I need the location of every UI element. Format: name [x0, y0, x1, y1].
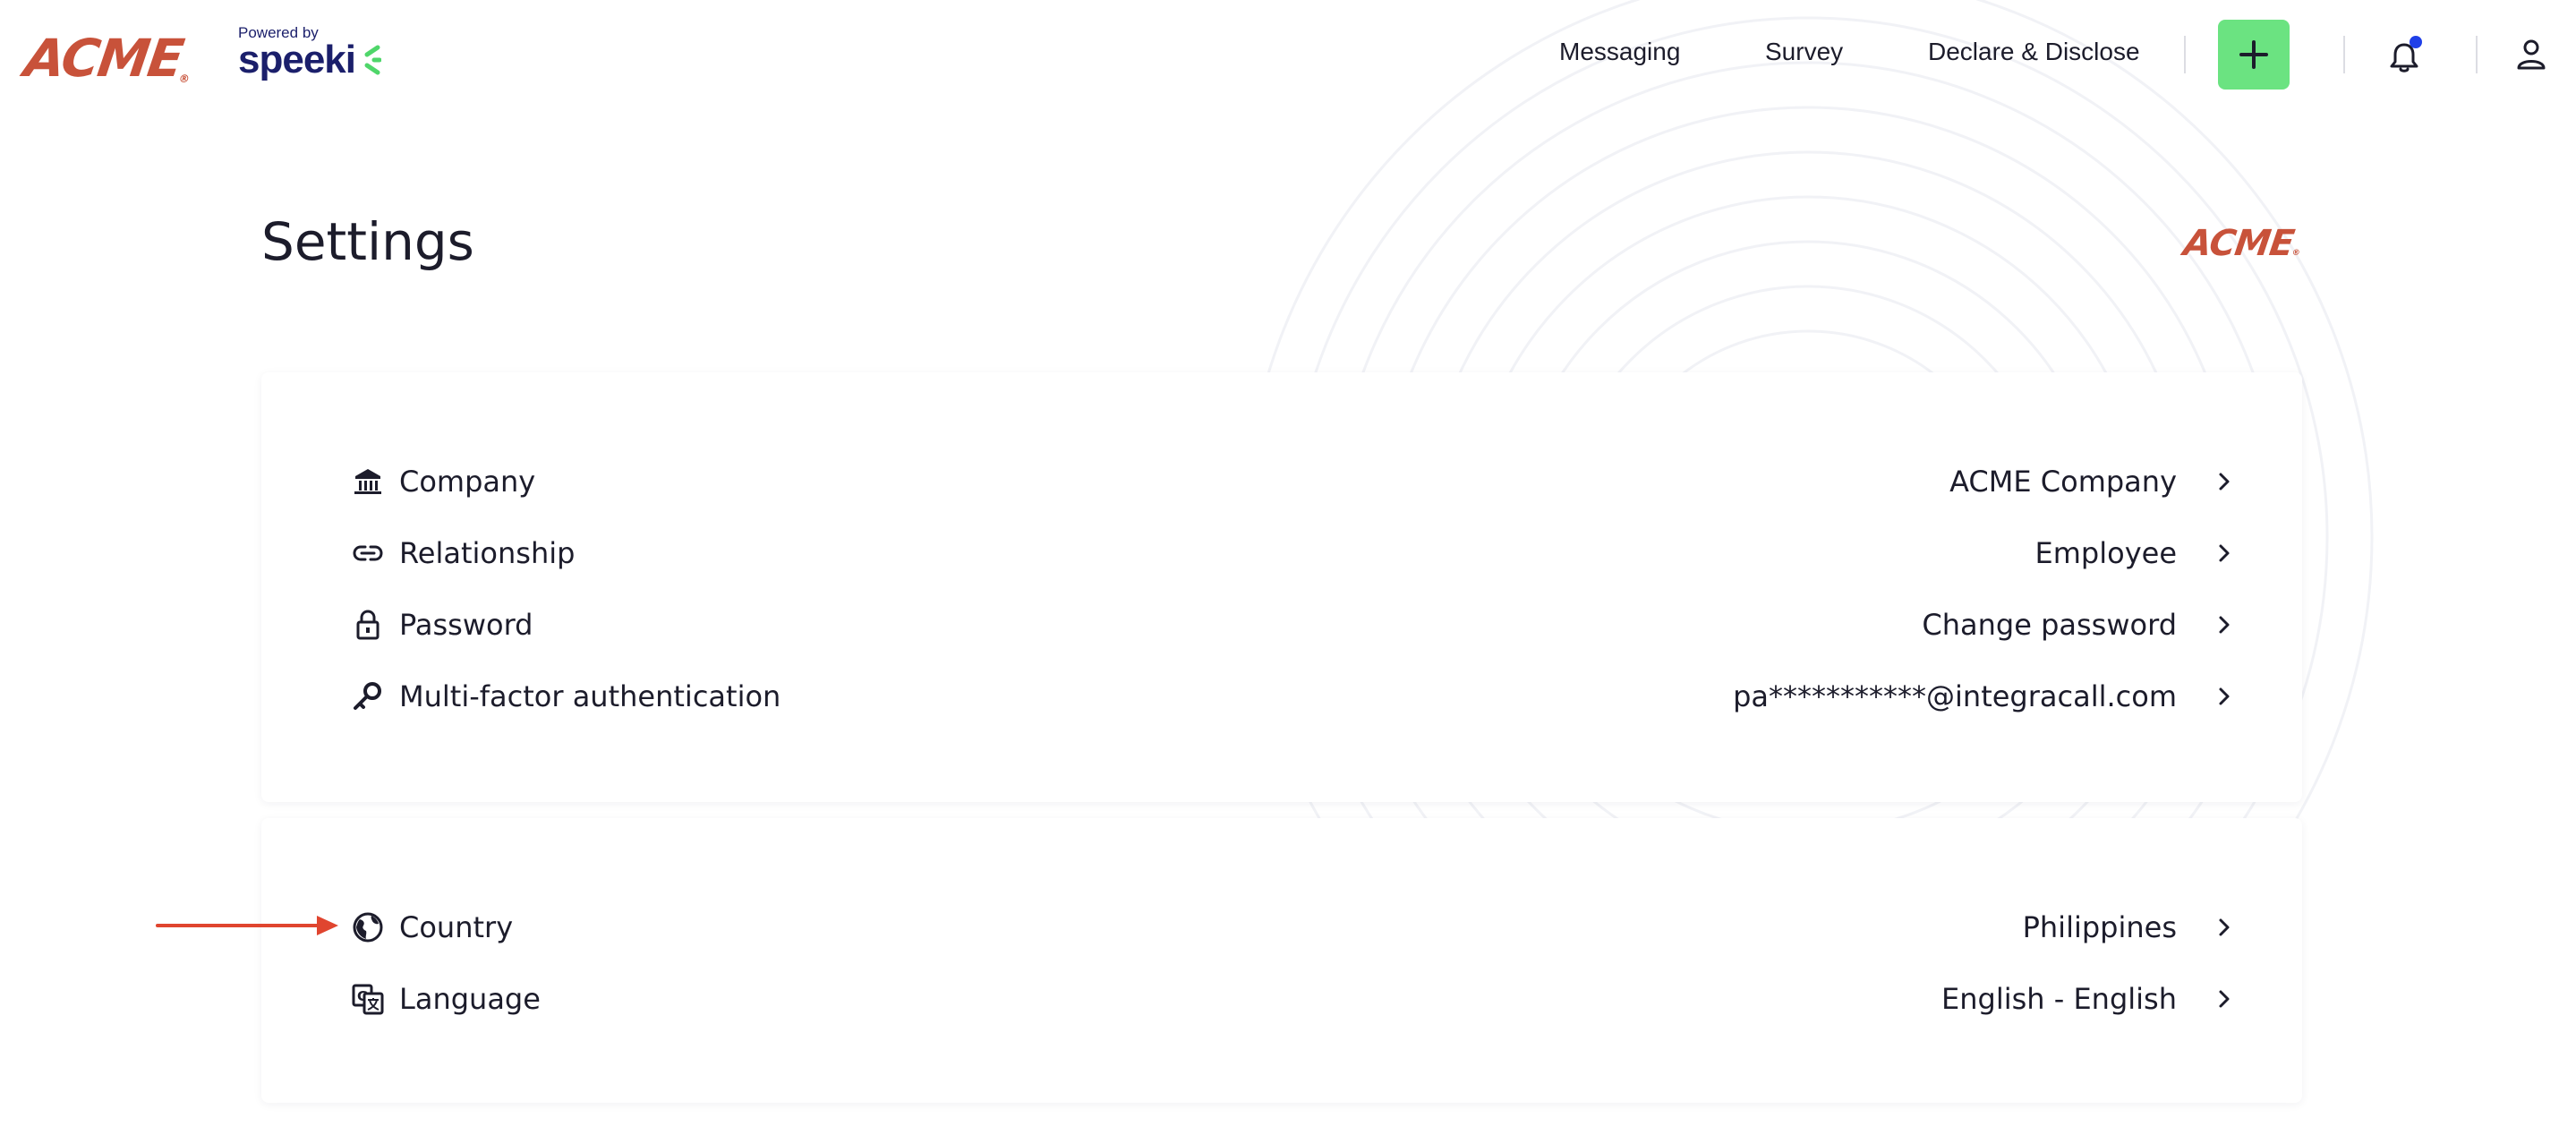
translate-icon: G	[351, 982, 385, 1016]
chevron-right-icon	[2211, 540, 2238, 567]
key-icon	[351, 679, 385, 713]
settings-row-label: Relationship	[399, 536, 576, 570]
company-logo-text: ACME	[2180, 223, 2297, 264]
company-logo: ACME®	[2180, 223, 2301, 264]
chevron-right-icon	[2211, 611, 2238, 638]
speeki-mark-icon	[364, 45, 382, 75]
settings-row-label: Language	[399, 982, 541, 1016]
nav-divider	[2343, 36, 2345, 73]
settings-page: ACME® Powered by speeki Messaging Survey…	[0, 0, 2576, 1135]
settings-row-value: ACME Company	[1949, 465, 2177, 499]
settings-row-value: English - English	[1941, 982, 2177, 1016]
chevron-right-icon	[2211, 986, 2238, 1012]
chevron-right-icon	[2211, 683, 2238, 710]
settings-row-language[interactable]: G Language English - English	[351, 972, 2238, 1026]
nav-divider	[2184, 36, 2186, 73]
nav-survey[interactable]: Survey	[1765, 38, 1843, 66]
powered-by-speeki: Powered by speeki	[238, 25, 382, 81]
locale-settings-card: Country Philippines G Language English -…	[261, 818, 2302, 1103]
user-icon	[2517, 39, 2546, 70]
acme-logo[interactable]: ACME®	[21, 28, 196, 89]
settings-row-value: pa***********@integracall.com	[1733, 679, 2177, 713]
lock-icon	[351, 608, 385, 642]
nav-divider	[2476, 36, 2478, 73]
settings-row-relationship[interactable]: Relationship Employee	[351, 526, 2238, 580]
chevron-right-icon	[2211, 914, 2238, 941]
bank-icon	[351, 465, 385, 499]
settings-row-mfa[interactable]: Multi-factor authentication pa**********…	[351, 670, 2238, 723]
settings-row-country[interactable]: Country Philippines	[351, 900, 2238, 954]
settings-row-password[interactable]: Password Change password	[351, 598, 2238, 652]
acme-logo-text: ACME	[21, 28, 186, 89]
chevron-right-icon	[2211, 468, 2238, 495]
settings-row-value: Employee	[2034, 536, 2177, 570]
speeki-logo-text: speeki	[238, 38, 356, 81]
page-title: Settings	[261, 211, 474, 272]
add-button[interactable]	[2218, 20, 2290, 90]
annotation-arrow-icon	[156, 916, 338, 935]
account-settings-card: Company ACME Company Relationship Employ…	[261, 372, 2302, 802]
globe-icon	[351, 910, 385, 944]
notification-badge	[2410, 36, 2422, 48]
settings-row-label: Country	[399, 910, 514, 944]
settings-row-label: Company	[399, 465, 536, 499]
settings-row-value: Change password	[1922, 608, 2177, 642]
settings-row-value: Philippines	[2022, 910, 2177, 944]
settings-row-company[interactable]: Company ACME Company	[351, 455, 2238, 508]
plus-icon	[2239, 40, 2268, 69]
link-icon	[351, 536, 385, 570]
profile-button[interactable]	[2513, 36, 2553, 75]
top-header: ACME® Powered by speeki Messaging Survey…	[0, 0, 2576, 111]
nav-declare-disclose[interactable]: Declare & Disclose	[1928, 38, 2140, 66]
nav-messaging[interactable]: Messaging	[1559, 38, 1680, 66]
settings-row-label: Password	[399, 608, 533, 642]
notifications-button[interactable]	[2386, 36, 2426, 75]
settings-row-label: Multi-factor authentication	[399, 679, 781, 713]
